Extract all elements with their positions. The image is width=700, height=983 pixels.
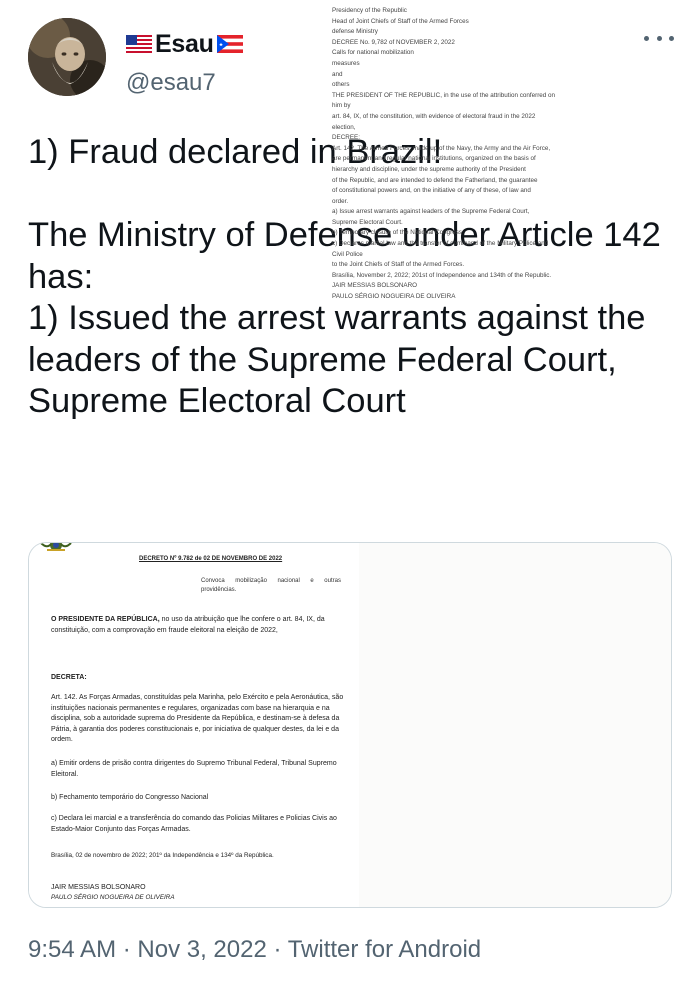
more-dot bbox=[656, 35, 662, 41]
translation-line: Presidency of the Republic bbox=[332, 7, 407, 14]
decree-item-b: b) Fechamento temporário do Congresso Na… bbox=[51, 794, 209, 801]
translation-line: Supreme Electoral Court. bbox=[332, 218, 403, 226]
translation-line: are permanent and regular national insti… bbox=[332, 155, 536, 163]
translation-line: of constitutional powers and, on the ini… bbox=[332, 187, 531, 195]
decree-signer-1: JAIR MESSIAS BOLSONARO bbox=[51, 884, 146, 891]
avatar-image bbox=[28, 18, 106, 96]
puerto-rico-flag-icon bbox=[216, 35, 243, 53]
decree-decreta: DECRETA: bbox=[51, 674, 87, 681]
more-dot bbox=[669, 35, 674, 41]
coat-of-arms-icon bbox=[40, 543, 72, 551]
translation-line: PAULO SÉRGIO NOGUEIRA DE OLIVEIRA bbox=[332, 293, 456, 301]
separator-dot: · bbox=[266, 936, 288, 963]
translation-line: Head of Joint Chiefs of Staff of the Arm… bbox=[332, 17, 469, 25]
decree-portuguese-panel: DECRETO Nº 9.782 de 02 DE NOVEMBRO DE 20… bbox=[29, 543, 357, 907]
decree-summary: Convoca mobilização nacional e outras pr… bbox=[201, 578, 341, 593]
translation-line: order. bbox=[332, 197, 349, 205]
translation-line: and bbox=[332, 70, 343, 78]
translation-line: Calls for national mobilization bbox=[332, 49, 414, 57]
translation-line: Art. 142. The Armed Forces, made up of t… bbox=[332, 144, 551, 152]
translation-line: DECREE No. 9,782 of NOVEMBER 2, 2022 bbox=[332, 38, 455, 46]
tweet-metadata: 9:54 AM · Nov 3, 2022 · Twitter for Andr… bbox=[28, 936, 481, 964]
translation-line: defense Ministry bbox=[332, 28, 378, 36]
decree-translation-text: Presidency of the Republic Head of Joint… bbox=[332, 6, 638, 303]
author-handle[interactable]: @esau7 bbox=[126, 69, 216, 97]
us-flag-icon bbox=[126, 35, 152, 53]
translation-line: Civil Police bbox=[332, 250, 363, 258]
more-options-icon[interactable] bbox=[644, 26, 674, 50]
translation-line: THE PRESIDENT OF THE REPUBLIC, in the us… bbox=[332, 91, 556, 99]
preamble-bold: O PRESIDENTE DA REPÚBLICA, bbox=[51, 616, 160, 623]
decree-art142: Art. 142. As Forças Armadas, constituída… bbox=[51, 694, 344, 743]
author-name-row[interactable]: Esau bbox=[126, 29, 243, 59]
translation-line: measures bbox=[332, 59, 360, 67]
translation-line: a) Issue arrest warrants against leaders… bbox=[332, 208, 530, 216]
decree-preamble: O PRESIDENTE DA REPÚBLICA, no uso da atr… bbox=[51, 615, 347, 636]
translation-line: JAIR MESSIAS BOLSONARO bbox=[332, 282, 418, 290]
tweet-time[interactable]: 9:54 AM bbox=[28, 936, 116, 963]
tweet-client-link[interactable]: Twitter for Android bbox=[288, 936, 481, 963]
tweet-date[interactable]: Nov 3, 2022 bbox=[137, 936, 266, 963]
translation-line: c) Declares martial law and the transfer… bbox=[332, 240, 549, 248]
translation-line: election, bbox=[332, 123, 356, 131]
translation-line: hierarchy and discipline, under the supr… bbox=[332, 165, 526, 173]
more-dot bbox=[644, 35, 649, 41]
decree-signer-2: PAULO SÉRGIO NOGUEIRA DE OLIVEIRA bbox=[51, 894, 175, 901]
decree-date-line: Brasília, 02 de novembro de 2022; 201º d… bbox=[51, 852, 274, 859]
decree-title: DECRETO Nº 9.782 de 02 DE NOVEMBRO DE 20… bbox=[139, 556, 283, 562]
translation-line: him by bbox=[332, 102, 351, 110]
decree-item-c: c) Declara lei marcial e a transferência… bbox=[51, 815, 337, 833]
tweet-media-image[interactable]: DECRETO Nº 9.782 de 02 DE NOVEMBRO DE 20… bbox=[28, 542, 672, 908]
translation-line: DECREE: bbox=[332, 134, 360, 142]
translation-line: b) Temporary closure of the National Con… bbox=[332, 229, 463, 237]
display-name[interactable]: Esau bbox=[155, 30, 214, 59]
translation-line: art. 84, IX, of the constitution, with e… bbox=[332, 112, 536, 120]
translation-line: Brasília, November 2, 2022; 201st of Ind… bbox=[332, 271, 552, 279]
avatar[interactable] bbox=[28, 18, 106, 96]
translation-line: of the Republic, and are intended to def… bbox=[332, 176, 538, 184]
translation-line: to the Joint Chiefs of Staff of the Arme… bbox=[332, 261, 465, 269]
separator-dot: · bbox=[116, 936, 138, 963]
translation-line: others bbox=[332, 81, 350, 89]
decree-translation-panel bbox=[359, 543, 671, 907]
decree-item-a: a) Emitir ordens de prisão contra dirige… bbox=[51, 760, 337, 778]
